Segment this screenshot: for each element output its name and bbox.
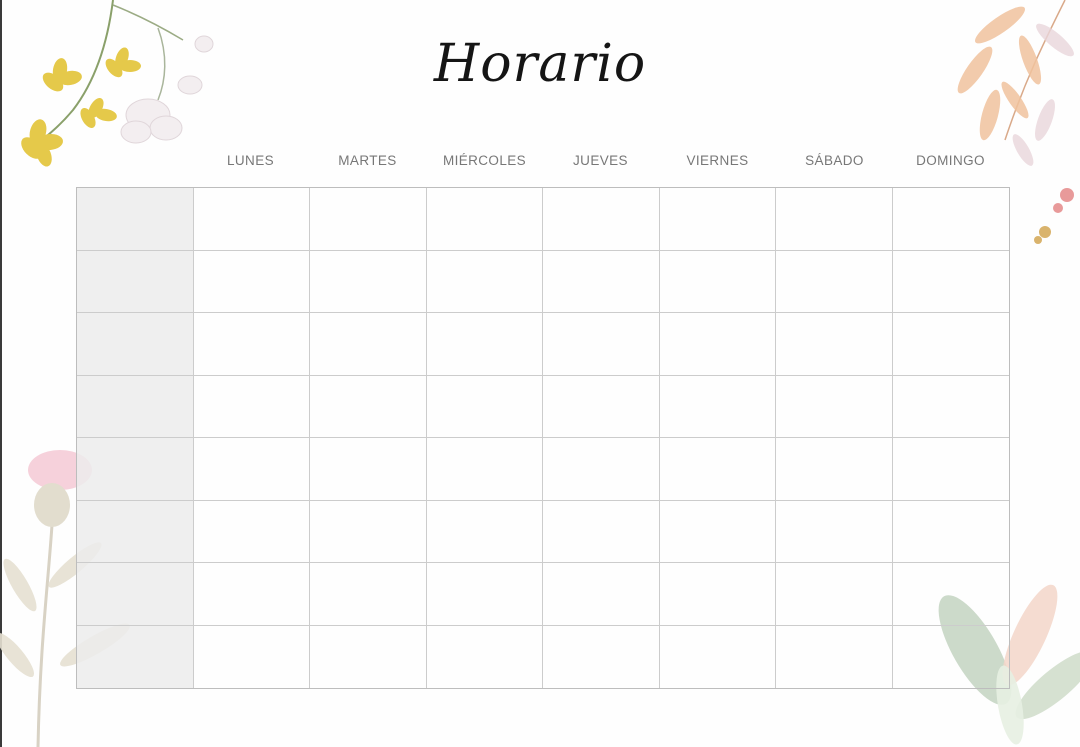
schedule-cell[interactable] [426,250,543,313]
time-slot-cell[interactable] [77,188,194,251]
schedule-cell[interactable] [776,313,893,376]
schedule-cell[interactable] [892,188,1009,251]
schedule-cell[interactable] [543,250,660,313]
schedule-cell[interactable] [776,500,893,563]
schedule-cell[interactable] [892,313,1009,376]
schedule-cell[interactable] [426,438,543,501]
schedule-cell[interactable] [310,500,427,563]
time-slot-cell[interactable] [77,438,194,501]
timetable-page: Horario LUNES MARTES MIÉRCOLES JUEVES VI… [0,0,1080,747]
schedule-cell[interactable] [194,625,310,688]
schedule-cell[interactable] [892,501,1009,563]
time-slot-cell[interactable] [77,250,194,313]
schedule-cell[interactable] [426,500,543,563]
day-header-wednesday: MIÉRCOLES [442,153,527,168]
schedule-cell[interactable] [543,188,660,251]
day-header-thursday: JUEVES [573,153,628,168]
time-slot-cell[interactable] [77,500,194,563]
schedule-cell[interactable] [659,563,776,626]
schedule-cell[interactable] [776,188,893,251]
schedule-cell[interactable] [543,563,660,626]
schedule-cell[interactable] [310,250,427,313]
schedule-cell[interactable] [543,625,660,688]
day-header-saturday: SÁBADO [805,153,864,168]
day-header-sunday: DOMINGO [916,153,985,168]
schedule-cell[interactable] [310,625,427,688]
schedule-cell[interactable] [310,563,427,626]
schedule-cell[interactable] [659,438,776,501]
schedule-cell[interactable] [193,188,310,251]
time-slot-cell[interactable] [77,563,194,626]
day-header-monday: LUNES [226,153,274,168]
schedule-cell[interactable] [660,625,776,688]
schedule-cell[interactable] [427,625,543,688]
schedule-cell[interactable] [543,438,660,501]
schedule-cell[interactable] [310,313,427,376]
schedule-cell[interactable] [426,563,543,626]
schedule-cell[interactable] [776,625,893,688]
flower-illustration-top-left [21,0,214,167]
page-title: Horario [433,34,647,94]
schedule-cell[interactable] [193,250,310,313]
day-header-friday: VIERNES [686,153,749,168]
schedule-cell[interactable] [310,375,427,438]
schedule-cell[interactable] [426,313,543,376]
time-slot-cell[interactable] [77,625,194,688]
schedule-cell[interactable] [310,438,427,501]
schedule-cell[interactable] [776,438,893,501]
schedule-cell[interactable] [659,313,776,376]
schedule-cell[interactable] [426,188,543,251]
schedule-cell[interactable] [893,626,1010,689]
time-slot-cell[interactable] [77,375,194,438]
schedule-cell[interactable] [659,250,776,313]
schedule-cell[interactable] [659,500,776,563]
schedule-cell[interactable] [193,313,310,376]
schedule-cell[interactable] [776,375,893,438]
schedule-cell[interactable] [193,563,310,626]
schedule-cell[interactable] [193,500,310,563]
page-edge [0,0,2,747]
schedule-cell[interactable] [659,188,776,251]
schedule-cell[interactable] [193,375,310,438]
schedule-cell[interactable] [543,500,660,563]
schedule-cell[interactable] [659,375,776,438]
day-header-tuesday: MARTES [338,153,397,168]
schedule-cell[interactable] [892,251,1009,313]
schedule-cell[interactable] [892,376,1009,438]
timetable-grid [76,187,1010,689]
schedule-cell[interactable] [776,250,893,313]
schedule-cell[interactable] [543,313,660,376]
schedule-cell[interactable] [543,375,660,438]
schedule-cell[interactable] [776,563,893,626]
schedule-cell[interactable] [892,438,1009,501]
schedule-cell[interactable] [193,438,310,501]
time-slot-cell[interactable] [77,313,194,376]
schedule-cell[interactable] [310,188,427,251]
schedule-cell[interactable] [892,563,1009,626]
schedule-cell[interactable] [426,375,543,438]
